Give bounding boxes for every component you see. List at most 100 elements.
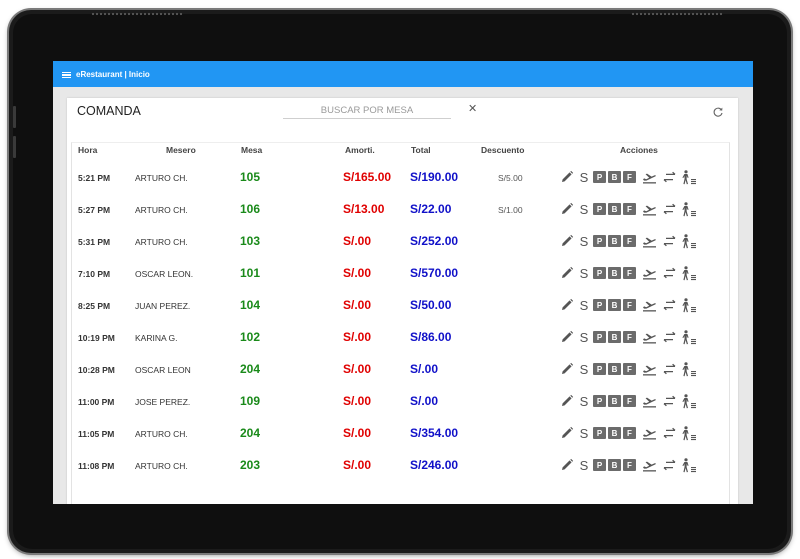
cell-descuento: S/1.00: [498, 205, 523, 215]
search-mesa-input[interactable]: [283, 103, 451, 119]
row-actions: S P B F: [559, 329, 697, 345]
person-list-icon[interactable]: [681, 361, 697, 377]
f-icon[interactable]: F: [623, 235, 636, 247]
f-icon[interactable]: F: [623, 459, 636, 471]
speaker-grille-left: [91, 12, 183, 16]
hamburger-menu-icon[interactable]: [62, 71, 71, 79]
airplane-departure-icon[interactable]: [641, 267, 657, 280]
swap-arrows-icon[interactable]: [662, 171, 676, 183]
swap-arrows-icon[interactable]: [662, 395, 676, 407]
b-icon[interactable]: B: [608, 235, 621, 247]
pencil-icon[interactable]: [559, 426, 575, 440]
swap-arrows-icon[interactable]: [662, 459, 676, 471]
pencil-icon[interactable]: [559, 202, 575, 216]
dollar-icon[interactable]: S: [579, 170, 589, 185]
p-icon[interactable]: P: [593, 459, 606, 471]
b-icon[interactable]: B: [608, 459, 621, 471]
person-list-icon[interactable]: [681, 201, 697, 217]
pencil-icon[interactable]: [559, 330, 575, 344]
cell-total: S/246.00: [410, 458, 459, 472]
f-icon[interactable]: F: [623, 203, 636, 215]
swap-arrows-icon[interactable]: [662, 203, 676, 215]
b-icon[interactable]: B: [608, 203, 621, 215]
p-icon[interactable]: P: [593, 235, 606, 247]
person-list-icon[interactable]: [681, 169, 697, 185]
swap-arrows-icon[interactable]: [662, 267, 676, 279]
airplane-departure-icon[interactable]: [641, 363, 657, 376]
airplane-departure-icon[interactable]: [641, 427, 657, 440]
person-list-icon[interactable]: [681, 457, 697, 473]
table-row: 8:25 PM JUAN PEREZ. 104 S/.00 S/50.00 S …: [67, 290, 738, 322]
dollar-icon[interactable]: S: [579, 362, 589, 377]
dollar-icon[interactable]: S: [579, 298, 589, 313]
swap-arrows-icon[interactable]: [662, 235, 676, 247]
swap-arrows-icon[interactable]: [662, 299, 676, 311]
p-icon[interactable]: P: [593, 203, 606, 215]
p-icon[interactable]: P: [593, 395, 606, 407]
dollar-icon[interactable]: S: [579, 266, 589, 281]
pencil-icon[interactable]: [559, 298, 575, 312]
person-list-icon[interactable]: [681, 233, 697, 249]
p-icon[interactable]: P: [593, 267, 606, 279]
person-list-icon[interactable]: [681, 265, 697, 281]
b-icon[interactable]: B: [608, 427, 621, 439]
b-icon[interactable]: B: [608, 395, 621, 407]
p-icon[interactable]: P: [593, 171, 606, 183]
cell-total: S/.00: [410, 394, 439, 408]
header-hora: Hora: [78, 145, 98, 155]
pencil-icon[interactable]: [559, 234, 575, 248]
f-icon[interactable]: F: [623, 331, 636, 343]
b-icon[interactable]: B: [608, 363, 621, 375]
b-icon[interactable]: B: [608, 331, 621, 343]
airplane-departure-icon[interactable]: [641, 331, 657, 344]
person-list-icon[interactable]: [681, 425, 697, 441]
clear-search-icon[interactable]: ✕: [468, 102, 477, 115]
app-title: eRestaurant | Inicio: [76, 69, 150, 79]
cell-hora: 5:21 PM: [78, 173, 111, 183]
f-icon[interactable]: F: [623, 427, 636, 439]
f-icon[interactable]: F: [623, 267, 636, 279]
dollar-icon[interactable]: S: [579, 234, 589, 249]
refresh-icon[interactable]: [712, 105, 724, 117]
b-icon[interactable]: B: [608, 267, 621, 279]
b-icon[interactable]: B: [608, 171, 621, 183]
dollar-icon[interactable]: S: [579, 330, 589, 345]
dollar-icon[interactable]: S: [579, 426, 589, 441]
dollar-icon[interactable]: S: [579, 202, 589, 217]
dollar-icon[interactable]: S: [579, 394, 589, 409]
airplane-departure-icon[interactable]: [641, 299, 657, 312]
p-icon[interactable]: P: [593, 363, 606, 375]
swap-arrows-icon[interactable]: [662, 331, 676, 343]
cell-mesa: 101: [240, 266, 261, 280]
f-icon[interactable]: F: [623, 363, 636, 375]
airplane-departure-icon[interactable]: [641, 171, 657, 184]
cell-amortizacion: S/.00: [343, 234, 372, 248]
p-icon[interactable]: P: [593, 331, 606, 343]
airplane-departure-icon[interactable]: [641, 203, 657, 216]
b-icon[interactable]: B: [608, 299, 621, 311]
pencil-icon[interactable]: [559, 458, 575, 472]
page-title: COMANDA: [77, 104, 141, 118]
airplane-departure-icon[interactable]: [641, 459, 657, 472]
f-icon[interactable]: F: [623, 395, 636, 407]
p-icon[interactable]: P: [593, 299, 606, 311]
airplane-departure-icon[interactable]: [641, 395, 657, 408]
person-list-icon[interactable]: [681, 329, 697, 345]
person-list-icon[interactable]: [681, 393, 697, 409]
swap-arrows-icon[interactable]: [662, 363, 676, 375]
pencil-icon[interactable]: [559, 362, 575, 376]
swap-arrows-icon[interactable]: [662, 427, 676, 439]
cell-descuento: S/5.00: [498, 173, 523, 183]
p-icon[interactable]: P: [593, 427, 606, 439]
table-row: 5:31 PM ARTURO CH. 103 S/.00 S/252.00 S …: [67, 226, 738, 258]
cell-hora: 11:08 PM: [78, 461, 115, 471]
pencil-icon[interactable]: [559, 170, 575, 184]
f-icon[interactable]: F: [623, 171, 636, 183]
airplane-departure-icon[interactable]: [641, 235, 657, 248]
pencil-icon[interactable]: [559, 394, 575, 408]
person-list-icon[interactable]: [681, 297, 697, 313]
pencil-icon[interactable]: [559, 266, 575, 280]
dollar-icon[interactable]: S: [579, 458, 589, 473]
cell-amortizacion: S/.00: [343, 458, 372, 472]
f-icon[interactable]: F: [623, 299, 636, 311]
